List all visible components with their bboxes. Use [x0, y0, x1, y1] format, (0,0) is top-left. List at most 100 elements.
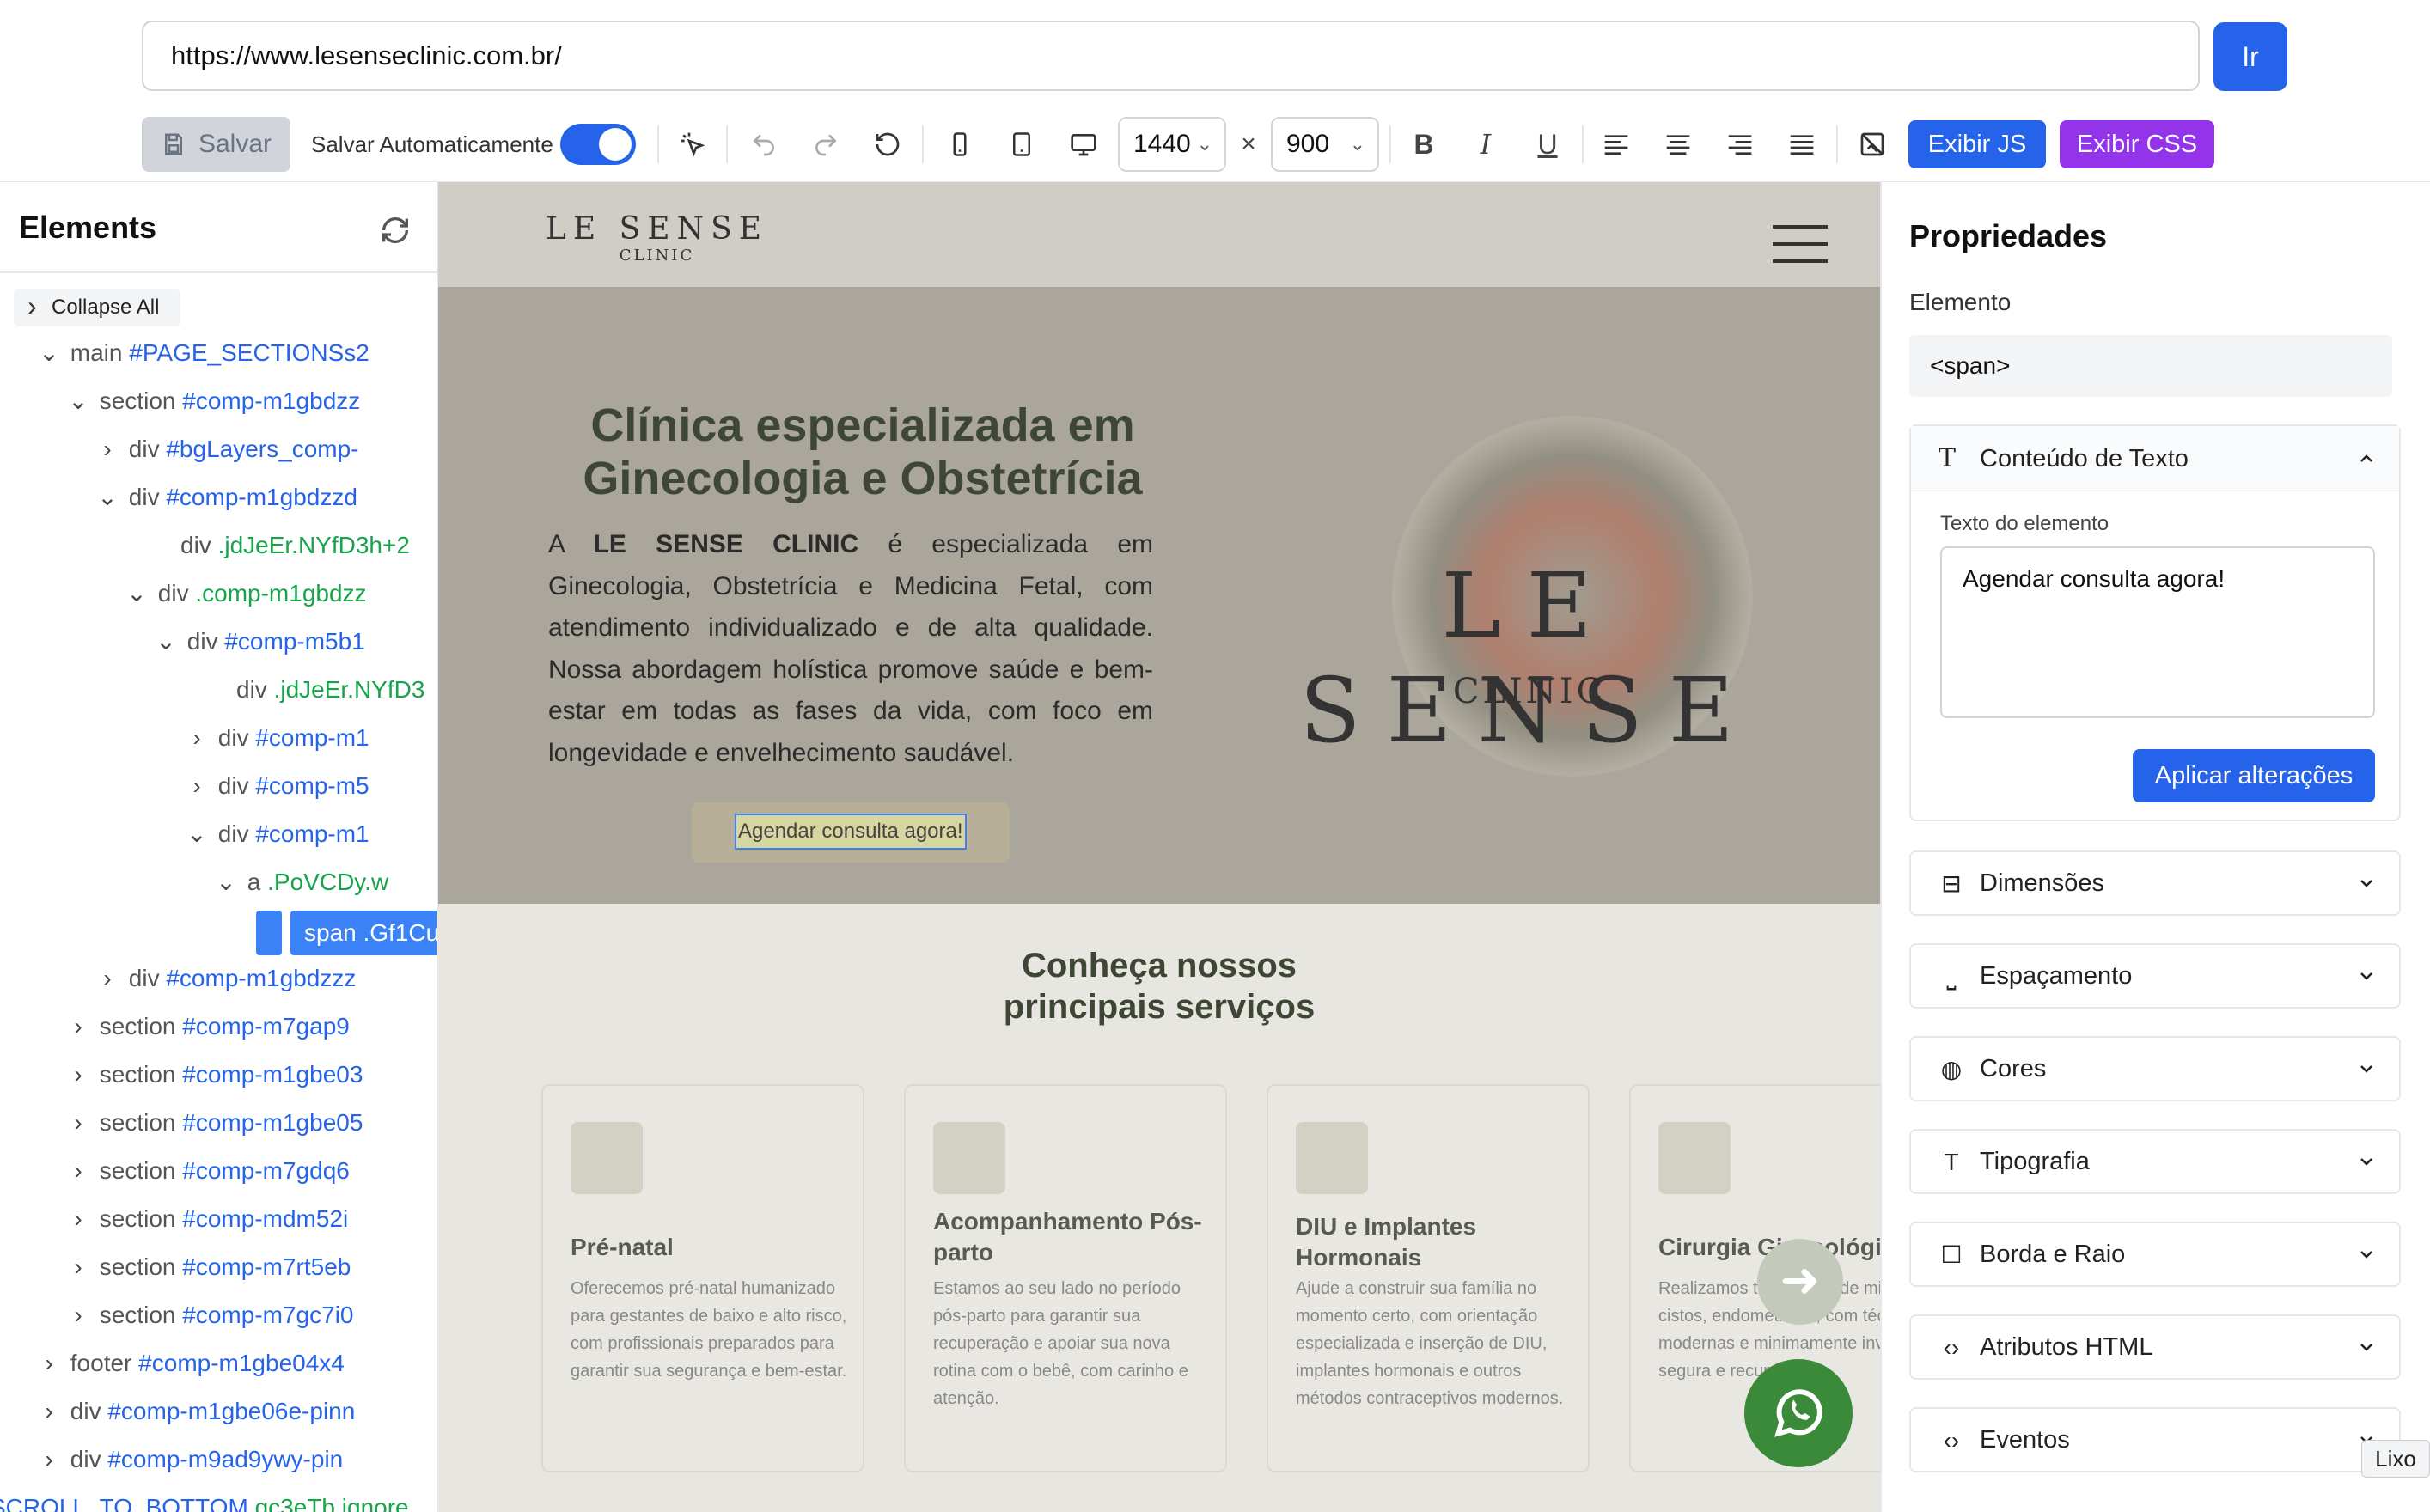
tree-node[interactable]: ⌄ div .comp-m1gbdzz: [122, 574, 366, 613]
tree-node[interactable]: ⌄ section #comp-m1gbdzz: [64, 381, 360, 421]
tree-node[interactable]: div .jdJeEr.NYfD3h+2: [180, 526, 410, 565]
divider: [657, 125, 659, 163]
autosave-toggle[interactable]: [560, 124, 636, 165]
tree-node[interactable]: › section #comp-m7gc7i0: [64, 1296, 353, 1335]
service-card[interactable]: Pré-natal Oferecemos pré-natal humanizado…: [541, 1084, 864, 1472]
chevron-right-icon[interactable]: ›: [64, 1199, 93, 1239]
reload-icon[interactable]: [867, 117, 908, 172]
chevron-down-icon[interactable]: ⌄: [34, 333, 64, 373]
property-section-label: Dimensões: [1980, 869, 2105, 897]
chevron-down-icon[interactable]: ⌄: [211, 863, 241, 902]
collapse-all-button[interactable]: Collapse All: [14, 287, 180, 326]
chevron-right-icon[interactable]: ›: [64, 1296, 93, 1335]
chevron-down-icon[interactable]: ⌄: [182, 814, 211, 854]
tree-node[interactable]: SCROLL_TO_BOTTOM.qc3eTb.ignore: [0, 1488, 409, 1512]
text-element-textarea[interactable]: Agendar consulta agora!: [1940, 546, 2375, 718]
chevron-right-icon[interactable]: ›: [34, 1392, 64, 1431]
border-icon: ☐: [1940, 1241, 1963, 1268]
tree-node[interactable]: › section #comp-mdm52i: [64, 1199, 348, 1239]
bold-icon[interactable]: B: [1403, 117, 1444, 172]
tree-node[interactable]: › div #comp-m5: [182, 766, 369, 806]
apply-changes-button[interactable]: Aplicar alterações: [2133, 749, 2375, 802]
chevron-right-icon[interactable]: ›: [64, 1151, 93, 1191]
show-js-button[interactable]: Exibir JS: [1908, 120, 2046, 168]
redo-icon[interactable]: [805, 117, 846, 172]
arrow-right-icon[interactable]: ➜: [1757, 1239, 1843, 1325]
property-section[interactable]: T Tipografia: [1909, 1129, 2401, 1194]
tree-node[interactable]: › div #comp-m9ad9ywy-pin: [34, 1440, 343, 1479]
go-button[interactable]: Ir: [2213, 22, 2287, 91]
desktop-view-icon[interactable]: [1063, 117, 1104, 172]
tree-node[interactable]: div .jdJeEr.NYfD3: [236, 670, 424, 710]
chevron-right-icon[interactable]: ›: [64, 1007, 93, 1046]
chevron-right-icon[interactable]: ›: [64, 1247, 93, 1287]
undo-icon[interactable]: [743, 117, 785, 172]
hero-logo: LE SENSE CLINIC: [1255, 416, 1822, 777]
property-section-label: Espaçamento: [1980, 962, 2133, 990]
url-input[interactable]: https://www.lesenseclinic.com.br/: [142, 21, 2200, 91]
tree-node[interactable]: › footer #comp-m1gbe04x4: [34, 1344, 345, 1383]
show-css-button[interactable]: Exibir CSS: [2060, 120, 2214, 168]
tree-node[interactable]: › div #comp-m1gbdzzz: [93, 959, 356, 998]
chevron-right-icon[interactable]: ›: [64, 1103, 93, 1143]
property-section[interactable]: ‹› Eventos: [1909, 1407, 2401, 1472]
tree-node[interactable]: › div #comp-m1: [182, 718, 369, 758]
tablet-view-icon[interactable]: [1001, 117, 1042, 172]
tree-node[interactable]: › section #comp-m1gbe03: [64, 1055, 363, 1094]
image-off-icon[interactable]: [1852, 117, 1893, 172]
tree-node[interactable]: ⌄ div #comp-m5b1: [151, 622, 365, 662]
tree-node[interactable]: ⌄ main #PAGE_SECTIONSs2: [34, 333, 369, 373]
element-label: Elemento: [1909, 289, 2012, 315]
chevron-right-icon[interactable]: ›: [182, 718, 211, 758]
chevron-right-icon[interactable]: ›: [93, 959, 122, 998]
select-element-icon[interactable]: [672, 117, 713, 172]
property-section[interactable]: ‹› Atributos HTML: [1909, 1314, 2401, 1380]
hamburger-menu-icon[interactable]: [1773, 225, 1828, 263]
tree-node[interactable]: › section #comp-m7gdq6: [64, 1151, 350, 1191]
site-logo[interactable]: LE SENSE CLINIC: [546, 211, 768, 265]
chevron-down-icon[interactable]: ⌄: [122, 574, 151, 613]
cta-label-selected[interactable]: Agendar consulta agora!: [735, 814, 967, 850]
tree-node[interactable]: › div #comp-m1gbe06e-pinn: [34, 1392, 355, 1431]
tree-node[interactable]: ⌄ a .PoVCDy.w: [211, 863, 388, 902]
tree-node[interactable]: › section #comp-m7gap9: [64, 1007, 350, 1046]
chevron-up-icon: [2360, 454, 2372, 462]
spacing-icon: ⎵: [1946, 963, 1957, 990]
tree-node[interactable]: ⌄ div #comp-m1gbdzzd: [93, 478, 357, 517]
whatsapp-icon[interactable]: [1744, 1359, 1853, 1467]
chevron-down-icon[interactable]: ⌄: [151, 622, 180, 662]
typography-icon: T: [1944, 1149, 1959, 1175]
height-select[interactable]: 900 ⌄: [1271, 117, 1379, 172]
chevron-right-icon[interactable]: ›: [182, 766, 211, 806]
tree-node[interactable]: ⌄ div #comp-m1: [182, 814, 369, 854]
service-card[interactable]: DIU e Implantes Hormonais Ajude a constru…: [1267, 1084, 1590, 1472]
underline-icon[interactable]: U: [1527, 117, 1568, 172]
property-section[interactable]: ⊟ Dimensões: [1909, 850, 2401, 916]
page-preview[interactable]: LE SENSE CLINIC Clínica especializada em…: [438, 182, 1880, 1512]
tree-node[interactable]: › div #bgLayers_comp-: [93, 430, 358, 469]
tree-node[interactable]: › section #comp-m7rt5eb: [64, 1247, 351, 1287]
text-content-header[interactable]: T Conteúdo de Texto: [1911, 426, 2399, 491]
width-select[interactable]: 1440 ⌄: [1118, 117, 1226, 172]
tree-node[interactable]: › section #comp-m1gbe05: [64, 1103, 363, 1143]
chevron-right-icon[interactable]: ›: [93, 430, 122, 469]
property-section[interactable]: ⎵ Espaçamento: [1909, 943, 2401, 1009]
save-button[interactable]: Salvar: [142, 117, 290, 172]
align-right-icon[interactable]: [1719, 117, 1761, 172]
hero-title: Clínica especializada em Ginecologia e O…: [583, 399, 1143, 504]
chevron-right-icon[interactable]: ›: [34, 1440, 64, 1479]
italic-icon[interactable]: I: [1465, 117, 1506, 172]
align-center-icon[interactable]: [1658, 117, 1699, 172]
align-justify-icon[interactable]: [1781, 117, 1822, 172]
trash-button[interactable]: Lixo: [2361, 1440, 2430, 1478]
chevron-down-icon[interactable]: ⌄: [64, 381, 93, 421]
service-card[interactable]: Acompanhamento Pós-parto Estamos ao seu l…: [904, 1084, 1227, 1472]
property-section[interactable]: ◍ Cores: [1909, 1036, 2401, 1101]
refresh-icon[interactable]: [378, 213, 412, 247]
align-left-icon[interactable]: [1596, 117, 1637, 172]
chevron-down-icon[interactable]: ⌄: [93, 478, 122, 517]
mobile-view-icon[interactable]: [939, 117, 980, 172]
property-section[interactable]: ☐ Borda e Raio: [1909, 1222, 2401, 1287]
chevron-right-icon[interactable]: ›: [34, 1344, 64, 1383]
chevron-right-icon[interactable]: ›: [64, 1055, 93, 1094]
